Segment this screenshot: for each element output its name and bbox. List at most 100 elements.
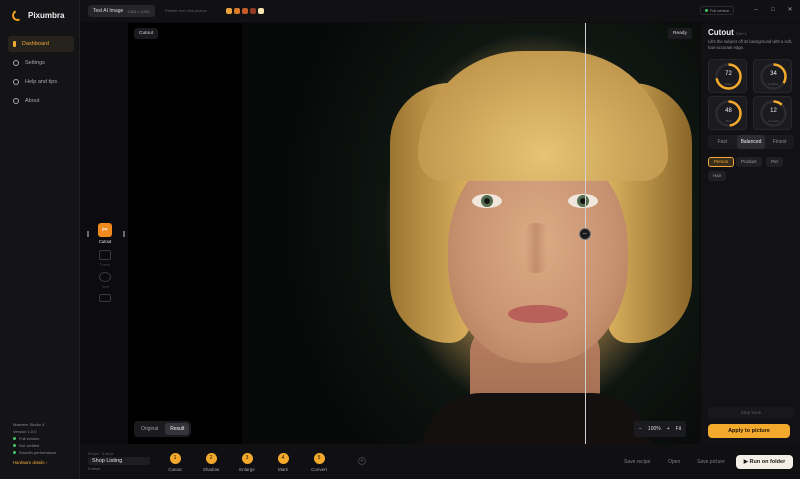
open-button[interactable]: Open [668, 459, 680, 465]
sidebar-item-help[interactable]: Help and tips [8, 74, 74, 90]
strip-handle-icon[interactable] [123, 231, 125, 237]
step-label: Enlarge [239, 467, 255, 472]
color-swatch[interactable] [242, 8, 248, 14]
step-number: 3 [241, 453, 253, 464]
step-number: 1 [169, 453, 181, 464]
version-text: Version 1.0.0 [13, 429, 37, 434]
file-name: Test AI Image [93, 8, 124, 14]
tone-icon[interactable] [99, 272, 111, 282]
status-row: Full version [13, 435, 56, 442]
sidebar-item-settings[interactable]: Settings [8, 55, 74, 71]
photo-eye [568, 194, 598, 208]
help-icon [13, 79, 19, 85]
recipe-step[interactable]: 4 Mark [268, 453, 298, 472]
photo-nose [525, 223, 547, 273]
photo-lips [508, 305, 568, 323]
app-logo: Pixumbra [10, 8, 64, 23]
mode-badge: Cutout [134, 28, 159, 39]
subject-pet-pill[interactable]: Pet [766, 157, 783, 167]
tool-label: Frame [99, 263, 111, 267]
close-icon[interactable]: ✕ [784, 4, 796, 16]
run-on-folder-button[interactable]: ▶ Run on folder [736, 455, 793, 469]
status-row: Smooth performance [13, 449, 56, 456]
add-step-icon[interactable]: + [358, 457, 366, 465]
step-number: 5 [313, 453, 325, 464]
dial-shift[interactable]: 48 Shift [708, 96, 747, 130]
shortcut-tag: Ctrl+1 [735, 31, 747, 36]
zoom-in-button[interactable]: + [667, 426, 670, 432]
file-tab[interactable]: Test AI Image 1264 × 1280 [88, 5, 155, 17]
color-swatch[interactable] [226, 8, 232, 14]
status-dot-icon [705, 9, 708, 12]
quality-balanced-button[interactable]: Balanced [736, 135, 766, 149]
recipe-step[interactable]: 2 Shadow [196, 453, 226, 472]
frame-icon[interactable] [99, 250, 111, 260]
sidebar-item-about[interactable]: About [8, 93, 74, 109]
status-dot-icon [13, 437, 16, 440]
minimize-icon[interactable]: – [750, 4, 762, 16]
status-dot-icon [13, 451, 16, 454]
recipe-caption: Recipe · 5 steps [88, 452, 114, 456]
apply-button[interactable]: Apply to picture [708, 424, 790, 438]
dial-value: 72 [725, 71, 732, 77]
step-label: Mark [278, 467, 288, 472]
subject-product-pill[interactable]: Product [736, 157, 762, 167]
step-label: Shadow [202, 467, 220, 472]
sidebar-footer: Makeem Studio X Version 1.0.0 Full versi… [13, 421, 56, 466]
recipe-step[interactable]: 3 Enlarge [232, 453, 262, 472]
sidebar-nav: Dashboard Settings Help and tips About [8, 36, 74, 112]
step-number: 2 [205, 453, 217, 464]
panel-description: Lifts the subject off its background wit… [708, 39, 793, 50]
photo-iris [577, 195, 589, 207]
sidebar-item-dashboard[interactable]: Dashboard [8, 36, 74, 52]
license-text: Full version [710, 8, 730, 13]
compare-result-button[interactable]: Result [165, 423, 190, 435]
status-badge: Ready [668, 28, 692, 39]
sidebar: Pixumbra Dashboard Settings Help and tip… [0, 0, 80, 479]
subject-hair-pill[interactable]: Hair [708, 171, 727, 181]
quality-toggle: Fast Balanced Finest [708, 135, 794, 149]
fx-icon[interactable] [99, 294, 111, 302]
maximize-icon[interactable]: □ [767, 4, 779, 16]
sidebar-item-label: Help and tips [25, 79, 58, 85]
zoom-out-button[interactable]: − [639, 426, 642, 432]
recipe-step[interactable]: 1 Cutout [160, 453, 190, 472]
dial-edge[interactable]: 72 Edge [708, 59, 747, 93]
status-text: Full version [19, 436, 40, 441]
dial-value: 12 [770, 108, 777, 114]
sidebar-item-label: Settings [25, 60, 45, 66]
status-text: Smooth performance [19, 450, 57, 455]
save-recipe-button[interactable]: Save recipe [624, 459, 650, 465]
recipe-selector[interactable]: Recipe · 5 steps Shop Listing 5 steps [88, 452, 150, 471]
settings-panel: Cutout Ctrl+1 Lifts the subject off its b… [701, 23, 800, 444]
hardware-details-link[interactable]: Hardware details › [13, 459, 56, 466]
photo-eye [472, 194, 502, 208]
status-dot-icon [13, 444, 16, 447]
quality-fast-button[interactable]: Fast [708, 135, 737, 149]
dial-label: Feather [768, 82, 779, 86]
quality-finest-button[interactable]: Finest [765, 135, 794, 149]
compare-original-button[interactable]: Original [136, 423, 163, 435]
run-label: Run on folder [749, 459, 786, 465]
subject-person-pill[interactable]: Person [708, 157, 735, 167]
step-back-button[interactable]: Step back [708, 407, 794, 418]
step-number: 4 [277, 453, 289, 464]
compare-toggle: Original Result [134, 421, 192, 437]
step-label: Cutout [168, 467, 182, 472]
color-swatch[interactable] [234, 8, 240, 14]
dial-value: 34 [770, 71, 777, 77]
gear-icon [13, 60, 19, 66]
zoom-fit-button[interactable]: Fit [676, 426, 682, 432]
dial-smooth[interactable]: 12 Smooth [753, 96, 792, 130]
image-canvas[interactable]: ⇔ Cutout Ready Original Result − 100% + … [128, 23, 699, 444]
compare-handle-icon[interactable]: ⇔ [579, 228, 591, 240]
dial-feather[interactable]: 34 Feather [753, 59, 792, 93]
license-badge: Full version [700, 6, 735, 15]
palette-hint: Palette from this picture [165, 8, 208, 13]
recipe-steps: 5 steps [88, 467, 101, 471]
color-swatch[interactable] [258, 8, 264, 14]
scissors-icon[interactable]: ✂ [98, 223, 112, 237]
recipe-step[interactable]: 5 Convert [304, 453, 334, 472]
save-picture-button[interactable]: Save picture [697, 459, 725, 465]
color-swatch[interactable] [250, 8, 256, 14]
